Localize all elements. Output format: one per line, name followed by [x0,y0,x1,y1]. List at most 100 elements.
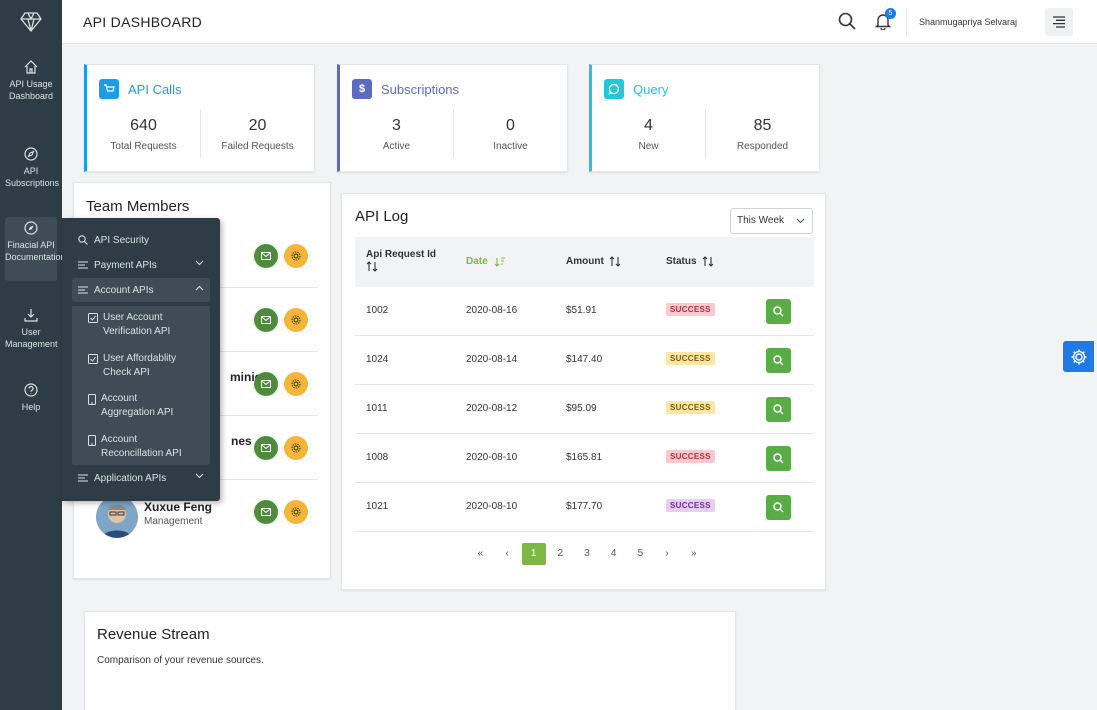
submenu-item-user-account-verification[interactable]: User Account Verification API [88,311,206,339]
cell-amount: $165.81 [566,452,603,463]
column-header-date[interactable]: Date [466,256,506,267]
account-apis-submenu: User Account Verification API User Afford… [72,306,210,465]
last-page-button[interactable]: » [680,543,707,565]
page-button-1[interactable]: 1 [521,543,546,565]
compass-icon [24,147,38,161]
cell-amount: $147.40 [566,354,603,365]
search-icon [773,404,784,415]
api-calls-card: API Calls 640 Total Requests 20 Failed Req… [84,64,315,172]
member-role: Management [144,516,203,527]
submenu-line: Account [101,393,138,404]
sort-icon [609,256,621,267]
cell-request-id: 1008 [366,452,389,463]
status-badge: SUCCESS [666,499,715,512]
menu-item-label: Application APIs [94,472,167,484]
cell-request-id: 1011 [366,403,388,414]
page-button-3[interactable]: 3 [574,543,601,565]
gear-icon [291,507,301,517]
top-header: API DASHBOARD 5 Shanmugapriya Selvaraj [62,0,1097,44]
table-row: 1008 2020-08-10 $165.81 SUCCESS [355,434,814,483]
view-details-button[interactable] [766,446,791,471]
mail-button[interactable] [254,500,278,524]
checkbox-icon [88,313,98,323]
view-details-button[interactable] [766,299,791,324]
avatar [96,496,138,538]
stat-value: 4 [644,117,653,134]
period-select[interactable]: This Week [730,208,813,234]
api-documentation-menu: API Security Payment APIs Account APIs U… [62,218,220,501]
settings-panel-button[interactable] [1063,341,1094,372]
prev-page-button[interactable]: ‹ [494,543,521,565]
submenu-line: Reconcillation API [101,448,182,459]
sidebar-item-help[interactable]: Help [5,383,57,413]
submenu-item-account-reconciliation[interactable]: Account Reconcillation API [88,433,206,461]
sidebar-item-user-management[interactable]: User Management [5,308,58,350]
page-button-2[interactable]: 2 [547,543,574,565]
menu-toggle-button[interactable] [1045,8,1073,36]
menu-item-api-security[interactable]: API Security [72,228,210,252]
mail-button[interactable] [254,244,278,268]
table-body: 1002 2020-08-16 $51.91 SUCCESS 1024 2020-08-1… [355,287,814,532]
mail-button[interactable] [254,436,278,460]
first-page-button[interactable]: « [467,543,494,565]
submenu-line: User Affordablity [103,353,177,364]
card-subtitle: Comparison of your revenue sources. [97,655,264,666]
user-name[interactable]: Shanmugapriya Selvaraj [919,17,1017,27]
stat-value: 0 [506,117,515,134]
notification-badge: 5 [885,8,896,19]
sidebar-item-api-usage-dashboard[interactable]: API Usage Dashboard [5,60,57,102]
gear-icon [291,251,301,261]
cell-date: 2020-08-10 [466,452,518,463]
submenu-line: User Account [103,312,163,323]
status-badge: SUCCESS [666,401,715,414]
stat-label: New [638,141,659,152]
page-button-4[interactable]: 4 [600,543,627,565]
status-badge: SUCCESS [666,352,715,365]
mail-icon [261,380,271,388]
view-details-button[interactable] [766,348,791,373]
card-title: Query [633,81,669,97]
search-icon [773,306,784,317]
mail-icon [261,252,271,260]
menu-item-application-apis[interactable]: Application APIs [72,466,210,490]
column-header-id[interactable]: Api Request Id [366,248,436,276]
submenu-line: Verification API [103,326,171,337]
menu-item-payment-apis[interactable]: Payment APIs [72,253,210,277]
page-button-5[interactable]: 5 [627,543,654,565]
logo[interactable] [0,0,62,44]
menu-item-label: API Security [94,234,150,246]
submenu-line: Aggregation API [101,407,174,418]
search-icon [78,235,88,245]
menu-item-label: Account APIs [94,284,154,296]
compass-icon [24,221,38,235]
sidebar-item-financial-api-documentation[interactable]: Finacial API Documentation [5,217,66,281]
chevron-up-icon [195,285,204,291]
settings-button[interactable] [284,372,308,396]
column-label: Amount [566,256,604,267]
api-log-table: Api Request Id Date Amount Status 1002 20… [355,237,814,532]
next-page-button[interactable]: › [654,543,681,565]
search-icon[interactable] [838,12,856,30]
mail-button[interactable] [254,308,278,332]
column-header-status[interactable]: Status [666,256,714,267]
member-name: nes [231,434,252,448]
column-header-amount[interactable]: Amount [566,256,621,267]
sidebar-item-api-subscriptions[interactable]: API Subscriptions [5,147,59,189]
settings-button[interactable] [284,500,308,524]
phone-icon [88,394,96,405]
view-details-button[interactable] [766,495,791,520]
settings-button[interactable] [284,308,308,332]
submenu-item-user-affordability-check[interactable]: User Affordablity Check API [88,352,206,380]
subscriptions-card: $ Subscriptions 3 Active 0 Inactive [337,64,568,172]
settings-button[interactable] [284,244,308,268]
sort-desc-icon [494,256,505,267]
mail-button[interactable] [254,372,278,396]
menu-item-account-apis[interactable]: Account APIs [72,278,210,302]
settings-button[interactable] [284,436,308,460]
cell-amount: $95.09 [566,403,597,414]
submenu-item-account-aggregation[interactable]: Account Aggregation API [88,392,206,420]
chevron-down-icon [195,260,204,266]
view-details-button[interactable] [766,397,791,422]
stat-label: Inactive [493,141,528,152]
card-title: API Calls [128,81,182,97]
